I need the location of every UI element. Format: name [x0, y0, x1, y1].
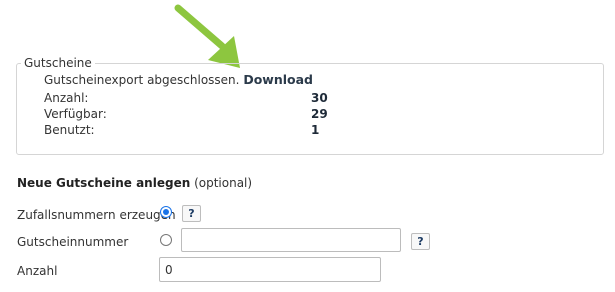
voucher-number-input[interactable]	[181, 228, 401, 252]
export-status-line: Gutscheinexport abgeschlossen. Download	[44, 72, 313, 88]
random-numbers-help-button[interactable]: ?	[182, 205, 201, 222]
count-input[interactable]	[159, 257, 381, 282]
stat-row-used: Benutzt: 1	[44, 122, 374, 138]
voucher-summary-box: Gutscheine Gutscheinexport abgeschlossen…	[16, 56, 604, 155]
optional-hint: (optional)	[194, 176, 253, 190]
voucher-number-label: Gutscheinnummer	[17, 235, 129, 249]
random-numbers-label: Zufallsnummern erzeugen	[17, 208, 176, 222]
count-label: Anzahl	[17, 264, 58, 278]
voucher-number-help-button[interactable]: ?	[411, 233, 430, 250]
stat-value: 30	[311, 91, 328, 105]
stat-label: Verfügbar:	[44, 107, 107, 121]
stat-row-available: Verfügbar: 29	[44, 106, 374, 122]
stat-value: 1	[311, 123, 320, 137]
stat-label: Anzahl:	[44, 91, 89, 105]
export-status-text: Gutscheinexport abgeschlossen.	[44, 73, 240, 87]
stat-row-total: Anzahl: 30	[44, 90, 374, 106]
create-vouchers-title: Neue Gutscheine anlegen	[17, 176, 191, 190]
stat-value: 29	[311, 107, 328, 121]
create-vouchers-heading: Neue Gutscheine anlegen (optional)	[17, 175, 252, 191]
download-link[interactable]: Download	[243, 72, 313, 87]
random-numbers-radio[interactable]	[160, 206, 172, 218]
voucher-summary-legend: Gutscheine	[21, 56, 95, 71]
stat-label: Benutzt:	[44, 123, 95, 137]
voucher-number-radio[interactable]	[160, 234, 172, 246]
